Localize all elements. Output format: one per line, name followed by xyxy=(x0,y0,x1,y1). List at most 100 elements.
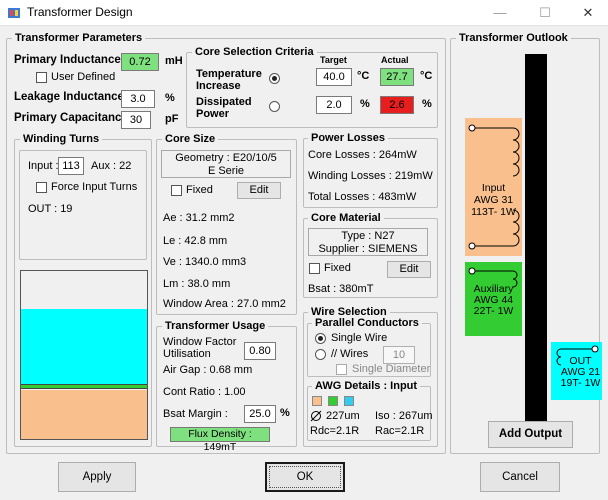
core-le: Le : 42.8 mm xyxy=(163,235,228,247)
primary-inductance-unit: mH xyxy=(165,55,183,67)
parallel-wires-label: // Wires xyxy=(331,348,369,360)
core-size-edit-button[interactable]: Edit xyxy=(237,182,281,199)
force-input-turns-checkbox[interactable] xyxy=(36,182,47,193)
power-actual-field: 2.6 xyxy=(380,96,414,114)
core-size-title: Core Size xyxy=(162,133,219,145)
apply-button[interactable]: Apply xyxy=(58,462,136,492)
aux-winding-turns: 22T- 1W xyxy=(473,305,514,317)
winding-window-view xyxy=(20,270,148,440)
primary-capacitance-field[interactable]: 30 xyxy=(121,111,151,129)
power-target-field[interactable]: 2.0 xyxy=(316,96,352,114)
temperature-label-1: Temperature xyxy=(196,68,262,80)
bsat-margin-field[interactable]: 25.0 xyxy=(244,405,276,423)
material-edit-button[interactable]: Edit xyxy=(387,261,431,278)
single-wire-label: Single Wire xyxy=(331,332,388,344)
input-turns-label: Input : xyxy=(28,160,59,172)
user-defined-label: User Defined xyxy=(51,71,116,83)
output-winding-block[interactable]: OUT AWG 21 19T- 1W xyxy=(551,342,602,400)
ok-button[interactable]: OK xyxy=(265,462,345,492)
output-swatch[interactable] xyxy=(344,396,354,406)
cancel-button[interactable]: Cancel xyxy=(480,462,560,492)
winding-losses: Winding Losses : 219mW xyxy=(308,170,433,182)
wire-rdc: Rdc=2.1R xyxy=(310,425,360,437)
dissipated-power-radio[interactable] xyxy=(269,101,280,112)
target-header: Target xyxy=(320,55,347,65)
wire-iso: Iso : 267um xyxy=(375,410,433,422)
input-winding-layer xyxy=(21,390,147,439)
leakage-inductance-field[interactable]: 3.0 xyxy=(121,90,155,108)
bsat-value: Bsat : 380mT xyxy=(308,283,374,295)
winding-turns-title: Winding Turns xyxy=(20,133,103,145)
primary-inductance-label: Primary Inductance xyxy=(14,54,121,66)
diameter-icon xyxy=(310,410,322,422)
core-losses: Core Losses : 264mW xyxy=(308,149,417,161)
input-swatch[interactable] xyxy=(312,396,322,406)
temperature-target-field[interactable]: 40.0 xyxy=(316,68,352,86)
primary-capacitance-unit: pF xyxy=(165,113,179,125)
input-winding-block[interactable]: Input AWG 31 113T- 1W xyxy=(465,118,522,256)
core-lm: Lm : 38.0 mm xyxy=(163,278,231,290)
minimize-button[interactable]: — xyxy=(480,0,520,26)
add-output-button[interactable]: Add Output xyxy=(488,421,573,448)
aux-winding-block[interactable]: Auxiliary AWG 44 22T- 1W xyxy=(465,262,522,336)
app-icon xyxy=(8,8,20,18)
power-actual-unit: % xyxy=(422,98,432,110)
material-type: Type : N27 xyxy=(341,230,395,242)
material-fixed-label: Fixed xyxy=(324,262,351,274)
flux-density-display: Flux Density : 149mT xyxy=(170,427,270,453)
title-bar: Transformer Design — ☐ ✕ xyxy=(0,0,608,26)
transformer-usage-title: Transformer Usage xyxy=(162,320,269,332)
bsat-margin-unit: % xyxy=(280,407,290,419)
core-center-leg xyxy=(525,54,547,422)
output-winding-layer xyxy=(21,309,147,385)
core-ve: Ve : 1340.0 mm3 xyxy=(163,256,247,268)
maximize-button[interactable]: ☐ xyxy=(525,0,565,26)
dissipated-power-label-2: Power xyxy=(196,108,230,120)
core-geometry-display: Geometry : E20/10/5 E Serie xyxy=(161,150,291,178)
dissipated-power-label-1: Dissipated xyxy=(196,96,252,108)
primary-inductance-field[interactable]: 0.72 xyxy=(121,53,159,71)
window-title: Transformer Design xyxy=(27,5,133,19)
power-target-unit: % xyxy=(360,98,370,110)
window-factor-field[interactable]: 0.80 xyxy=(244,342,276,360)
temperature-label-2: Increase xyxy=(196,80,241,92)
cont-ratio: Cont Ratio : 1.00 xyxy=(163,386,246,398)
force-input-turns-label: Force Input Turns xyxy=(51,181,138,193)
aux-swatch[interactable] xyxy=(328,396,338,406)
wire-diameter: 227um xyxy=(326,410,360,422)
output-winding-turns: 19T- 1W xyxy=(560,377,601,389)
core-selection-criteria-title: Core Selection Criteria xyxy=(192,46,317,58)
temperature-actual-field: 27.7 xyxy=(380,68,414,86)
awg-details-title: AWG Details : Input xyxy=(312,380,421,392)
window-factor-label-2: Utilisation xyxy=(163,348,211,360)
close-button[interactable]: ✕ xyxy=(568,0,608,26)
core-ae: Ae : 31.2 mm2 xyxy=(163,212,235,224)
material-fixed-checkbox[interactable] xyxy=(309,263,320,274)
wire-rac: Rac=2.1R xyxy=(375,425,425,437)
single-diameter-checkbox[interactable] xyxy=(336,364,347,375)
single-wire-radio[interactable] xyxy=(315,333,326,344)
core-material-title: Core Material xyxy=(308,212,384,224)
air-gap: Air Gap : 0.68 mm xyxy=(163,364,253,376)
single-diameter-label: Single Diameter xyxy=(352,363,431,375)
total-losses: Total Losses : 483mW xyxy=(308,191,417,203)
parallel-wires-field[interactable]: 10 xyxy=(383,346,415,364)
transformer-outlook-title: Transformer Outlook xyxy=(456,32,571,44)
leakage-inductance-unit: % xyxy=(165,92,175,104)
actual-header: Actual xyxy=(381,55,409,65)
parallel-wires-radio[interactable] xyxy=(315,349,326,360)
window-area: Window Area : 27.0 mm2 xyxy=(163,298,286,310)
temperature-radio[interactable] xyxy=(269,73,280,84)
window-factor-label-1: Window Factor xyxy=(163,336,237,348)
input-turns-field[interactable]: 113 xyxy=(58,157,84,175)
core-size-fixed-checkbox[interactable] xyxy=(171,185,182,196)
user-defined-checkbox[interactable] xyxy=(36,72,47,83)
bsat-margin-label: Bsat Margin : xyxy=(163,408,228,420)
leakage-inductance-label: Leakage Inductance xyxy=(14,91,124,103)
input-winding-awg: AWG 31 xyxy=(473,194,514,206)
geometry-line-1: Geometry : E20/10/5 xyxy=(175,152,277,164)
temperature-actual-unit: °C xyxy=(420,70,433,82)
out-turns-label: OUT : 19 xyxy=(28,203,73,215)
material-supplier: Supplier : SIEMENS xyxy=(318,243,418,255)
power-losses-title: Power Losses xyxy=(308,132,388,144)
